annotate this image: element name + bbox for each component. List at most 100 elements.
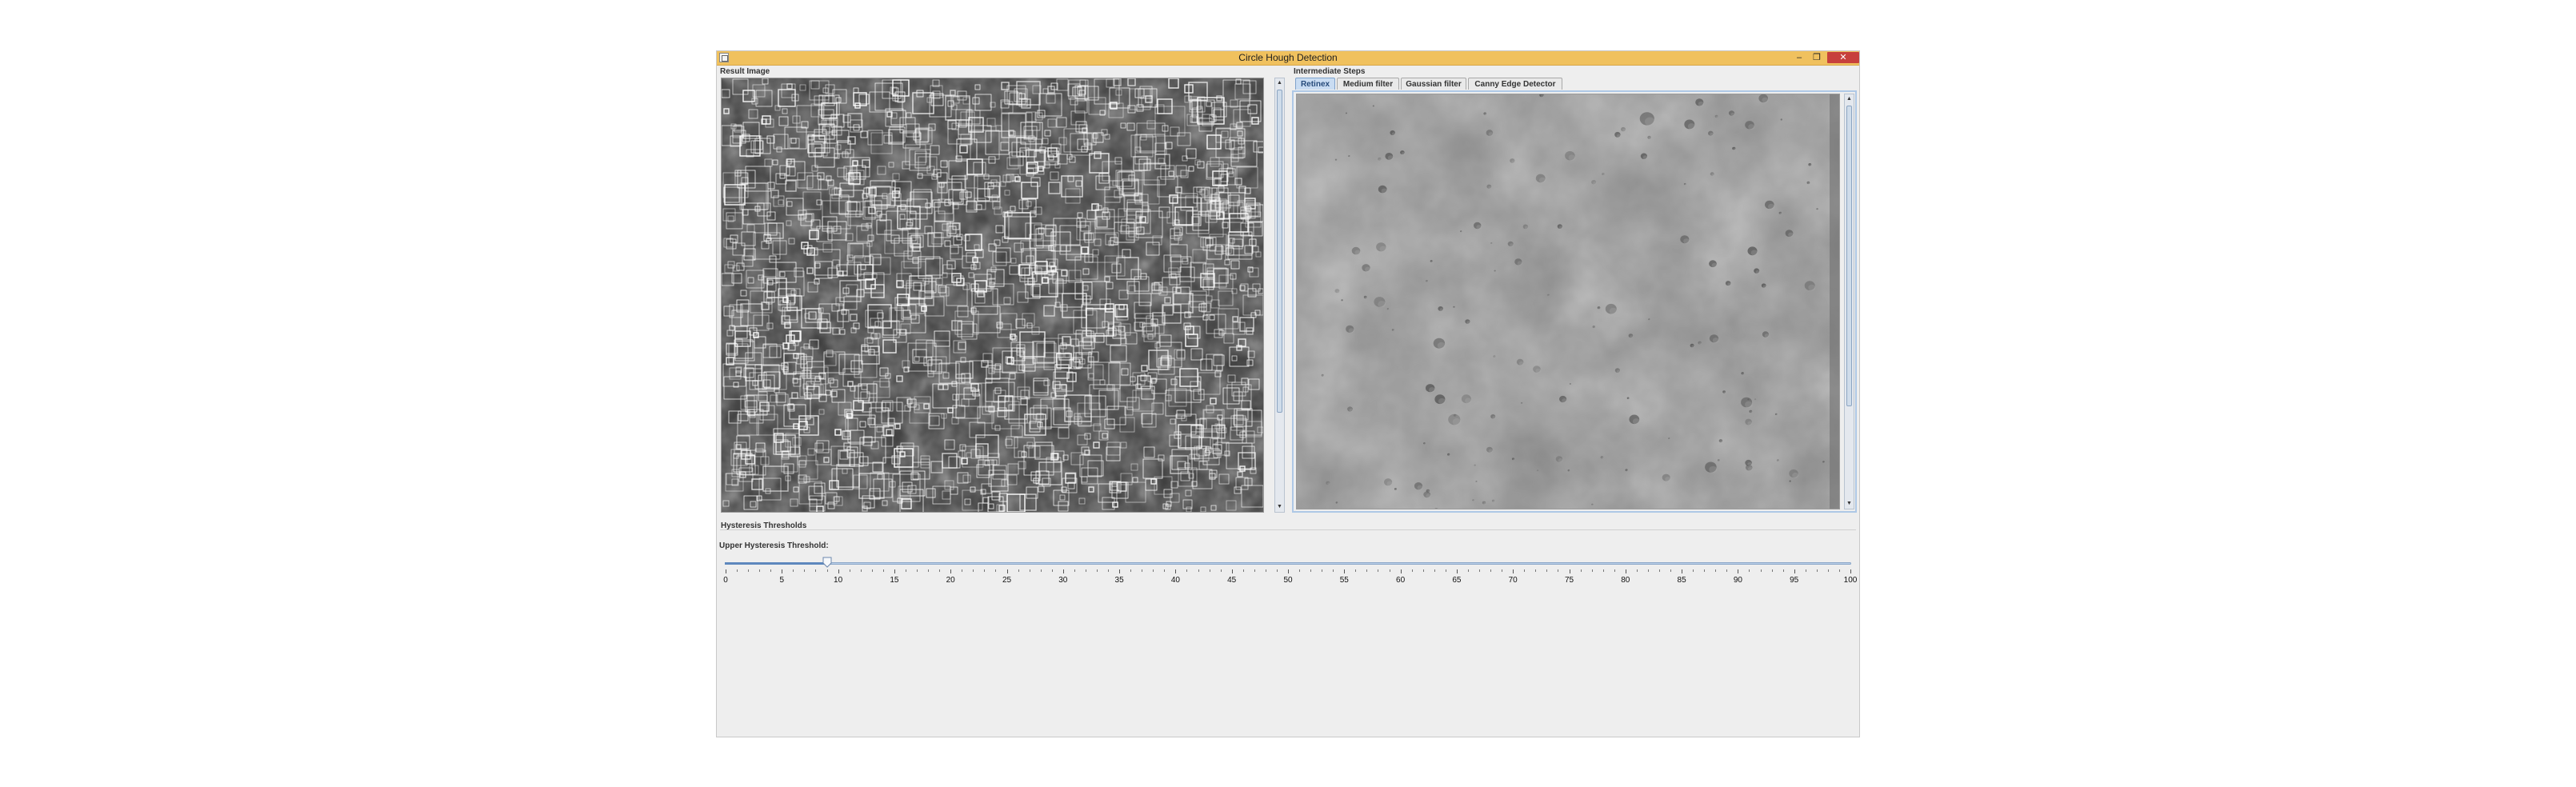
crater-highlight [1730, 112, 1735, 117]
maximize-button[interactable]: ❐ [1808, 52, 1826, 63]
crater-highlight [1687, 123, 1695, 130]
crater-highlight [1632, 418, 1640, 425]
slider-minor-tick [1749, 569, 1750, 572]
slider-minor-tick [1771, 569, 1773, 572]
result-image-canvas [722, 78, 1263, 512]
slider-minor-tick [759, 569, 761, 572]
slider-minor-tick [1715, 569, 1717, 572]
slider-tick-label: 80 [1621, 576, 1630, 585]
slider-thumb[interactable] [822, 557, 832, 568]
close-button[interactable]: ✕ [1827, 52, 1859, 63]
crater-highlight [1460, 231, 1462, 233]
tab-gaussian-filter[interactable]: Gaussian filter [1401, 78, 1466, 90]
slider-minor-tick [1658, 569, 1660, 572]
crater-highlight [1535, 368, 1542, 374]
crater-highlight [1750, 250, 1758, 256]
crater-highlight [1548, 294, 1550, 297]
slider-minor-tick [1198, 569, 1199, 572]
crater-highlight [1378, 158, 1382, 161]
window-title: Circle Hough Detection [1238, 52, 1338, 63]
crater-highlight [1779, 212, 1782, 214]
slider-major-tick [1288, 569, 1289, 573]
crater-highlight [1683, 238, 1690, 244]
scroll-thumb[interactable] [1846, 106, 1852, 406]
upper-threshold-slider[interactable] [725, 562, 1851, 565]
slider-tick-label: 45 [1227, 576, 1237, 585]
crater-highlight [1630, 335, 1634, 338]
crater-highlight [1649, 319, 1650, 321]
crater-highlight [1698, 342, 1702, 345]
result-scrollbar[interactable]: ▲ ▼ [1274, 78, 1285, 513]
tab-canny-edge-detector[interactable]: Canny Edge Detector [1468, 78, 1562, 90]
crater-highlight [1711, 174, 1714, 176]
slider-tick-label: 40 [1170, 576, 1180, 585]
crater-highlight [1327, 482, 1330, 485]
slider-minor-tick [1782, 569, 1784, 572]
crater-highlight [1764, 334, 1770, 338]
crater-highlight [1720, 440, 1723, 443]
tab-medium-filter[interactable]: Medium filter [1337, 78, 1399, 90]
slider-tick-label: 100 [1843, 576, 1858, 585]
slider-minor-tick [860, 569, 862, 572]
slider-minor-tick [748, 569, 750, 572]
slider-minor-tick [1220, 569, 1222, 572]
crater-highlight [1437, 342, 1446, 350]
scroll-thumb[interactable] [1277, 90, 1282, 413]
crater-highlight [1439, 308, 1444, 312]
slider-minor-tick [1546, 569, 1548, 572]
crater-highlight [1616, 370, 1621, 374]
tab-retinex[interactable]: Retinex [1295, 78, 1335, 90]
crater-highlight [1387, 155, 1394, 161]
slider-tick-label: 55 [1339, 576, 1349, 585]
crater-highlight [1365, 266, 1371, 272]
slider-minor-tick [815, 569, 817, 572]
crater-highlight [1745, 401, 1753, 408]
scroll-up-arrow-icon[interactable]: ▲ [1275, 78, 1284, 88]
crater-highlight [1391, 132, 1396, 136]
slider-minor-tick [770, 569, 772, 572]
slider-tick-label: 65 [1452, 576, 1462, 585]
crater-highlight [1349, 155, 1350, 158]
crater-highlight [1510, 243, 1514, 247]
crater-highlight [1558, 226, 1563, 230]
slider-minor-tick [1591, 569, 1593, 572]
slider-tick-label: 90 [1733, 576, 1742, 585]
crater-highlight [1748, 124, 1755, 130]
result-image [721, 78, 1264, 513]
upper-threshold-label: Upper Hysteresis Threshold: [719, 541, 829, 550]
crater-highlight [1755, 270, 1760, 274]
crater-highlight [1684, 183, 1686, 186]
slider-minor-tick [1355, 569, 1357, 572]
slider-fill [725, 562, 826, 565]
scroll-down-arrow-icon[interactable]: ▼ [1845, 499, 1854, 509]
crater-highlight [1424, 443, 1426, 445]
title-bar[interactable]: Circle Hough Detection – ❐ ✕ [717, 51, 1859, 66]
slider-minor-tick [928, 569, 930, 572]
crater-highlight [1665, 477, 1671, 482]
result-image-label: Result Image [720, 67, 770, 76]
minimize-button[interactable]: – [1790, 52, 1808, 63]
slider-tick-label: 50 [1283, 576, 1293, 585]
crater-highlight [1349, 408, 1354, 412]
crater-highlight [1474, 465, 1476, 466]
crater-highlight [1525, 226, 1529, 230]
scroll-down-arrow-icon[interactable]: ▼ [1275, 502, 1284, 512]
crater-highlight [1712, 338, 1719, 343]
slider-minor-tick [1704, 569, 1706, 572]
slider-major-tick [1175, 569, 1177, 573]
crater-highlight [1669, 437, 1670, 440]
crater-highlight [1484, 113, 1487, 115]
crater-highlight [1488, 186, 1492, 190]
crater-highlight [1562, 398, 1567, 403]
steps-scrollbar[interactable]: ▲ ▼ [1844, 94, 1854, 509]
slider-tick-label: 0 [723, 576, 728, 585]
crater-highlight [1715, 116, 1718, 118]
crater-highlight [1476, 225, 1482, 230]
crater-highlight [1430, 261, 1433, 262]
scroll-up-arrow-icon[interactable]: ▲ [1845, 94, 1854, 104]
crater-highlight [1727, 282, 1731, 286]
crater-highlight [1723, 391, 1726, 394]
crater-highlight [1710, 132, 1714, 136]
crater-highlight [1709, 465, 1718, 473]
slider-major-tick [1850, 569, 1851, 573]
